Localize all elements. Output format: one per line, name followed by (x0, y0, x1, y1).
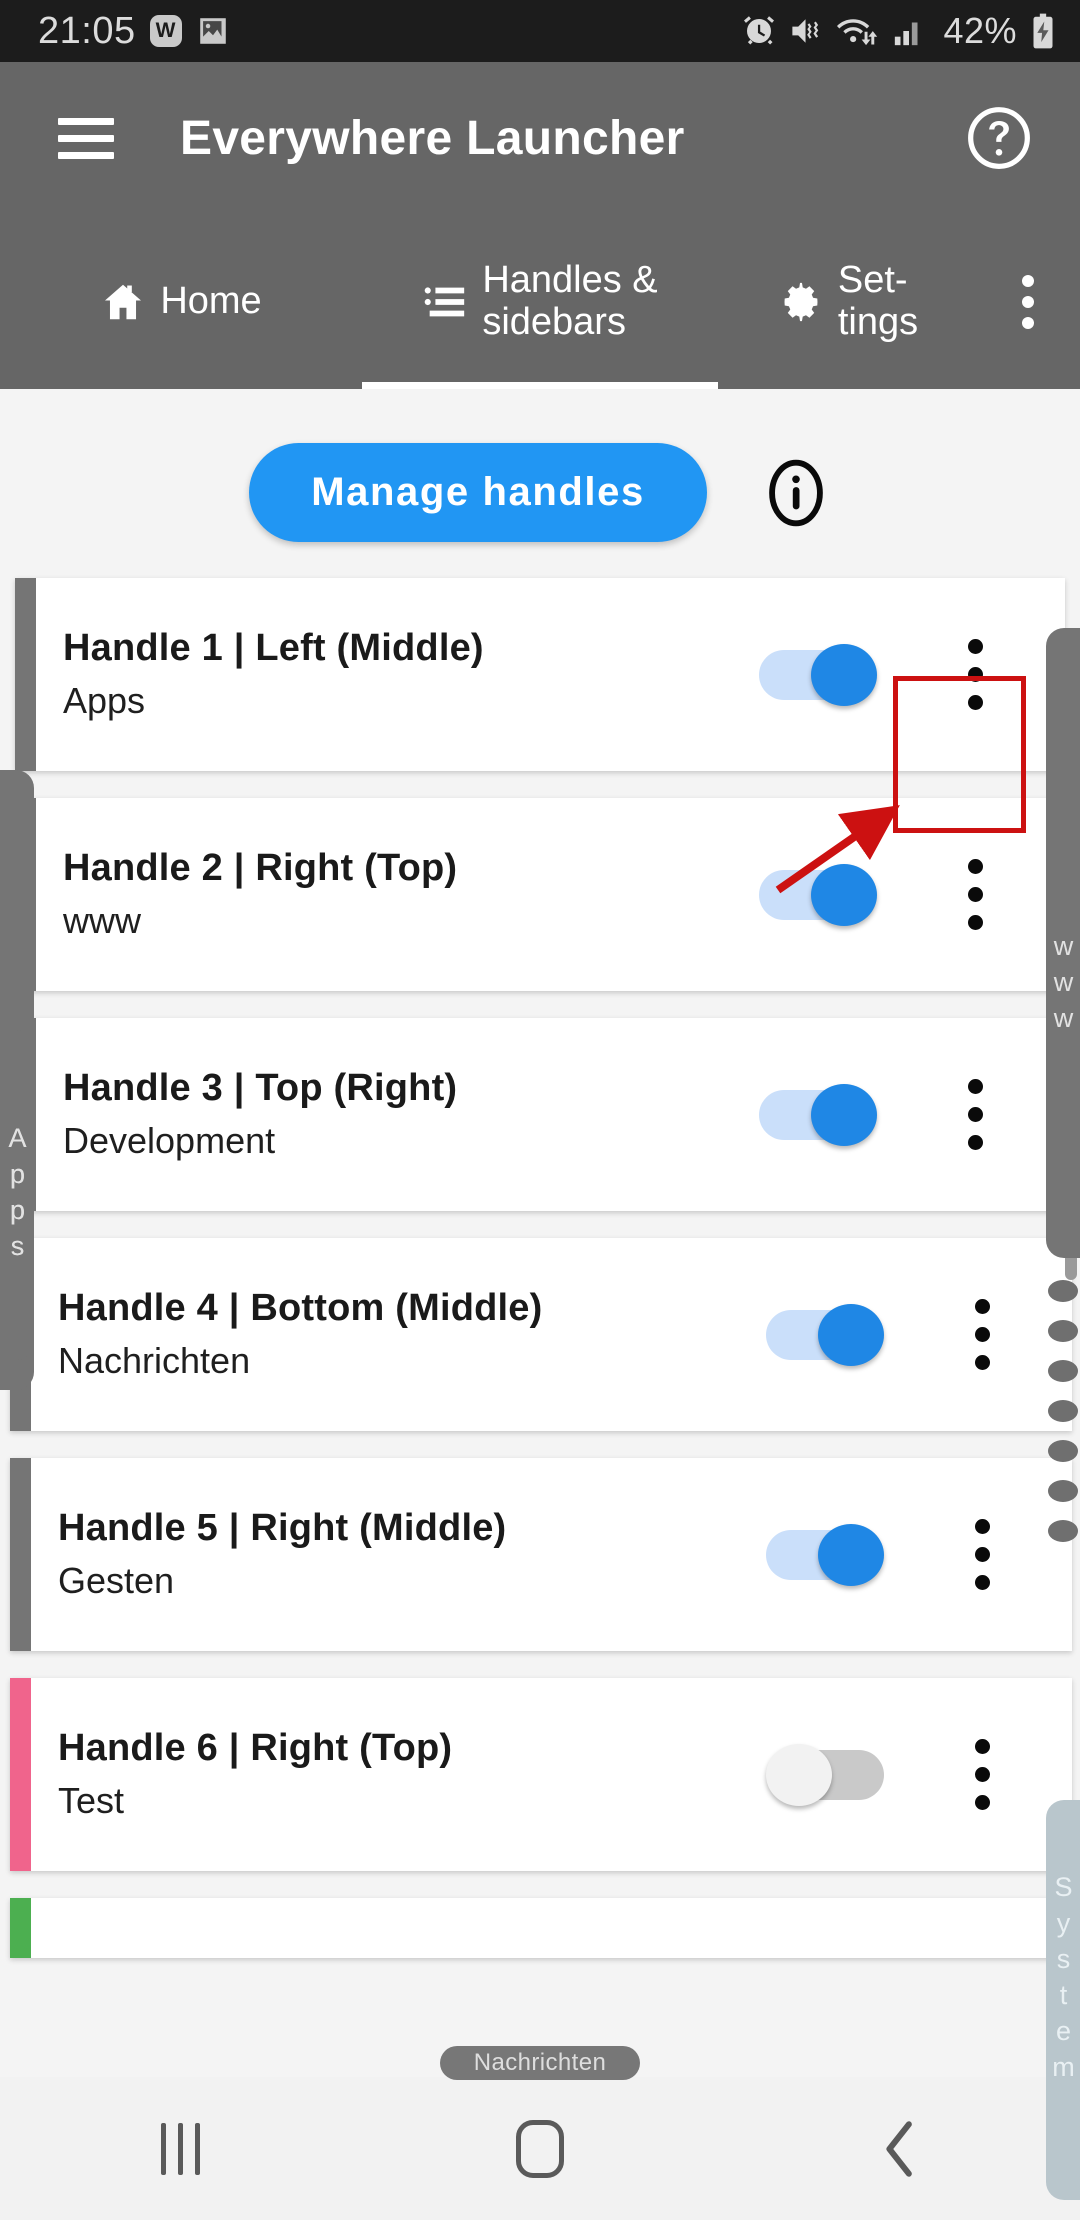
status-bar: 21:05 W 42% (0, 0, 1080, 62)
back-chevron-icon (886, 2120, 912, 2177)
alarm-icon (744, 16, 775, 45)
tab-handles-sidebars-label: Handles & sidebars (482, 259, 658, 343)
handle-subtitle: Nachrichten (58, 1340, 251, 1381)
status-bar-right: 42% (741, 10, 1058, 52)
handle-overflow-menu[interactable] (933, 859, 1017, 930)
handle-title: Handle 6 | Right (Top) (58, 1727, 453, 1769)
more-vert-icon (974, 1519, 990, 1590)
table-row[interactable]: Handle 5 | Right (Middle) Gesten (10, 1458, 1072, 1651)
recents-icon (160, 2122, 200, 2175)
nav-back-button[interactable] (810, 2099, 990, 2199)
tab-active-indicator (362, 382, 718, 389)
gear-icon (784, 282, 818, 321)
card-accent-bar (10, 1678, 31, 1871)
list-icon (425, 286, 465, 316)
nav-recents-button[interactable] (90, 2099, 270, 2199)
more-vert-icon (967, 639, 983, 710)
content-area: Manage handles Handle 1 | Left (Middle) … (0, 389, 1080, 2077)
table-row[interactable]: Handle 4 | Bottom (Middle) Nachrichten (10, 1238, 1072, 1431)
manage-handles-button[interactable]: Manage handles (249, 443, 707, 542)
toggle-thumb (818, 1523, 884, 1586)
table-row[interactable]: Handle 1 | Left (Middle) Apps (15, 578, 1065, 771)
handle-enable-toggle[interactable] (759, 643, 877, 706)
home-square-icon (516, 2119, 564, 2178)
handle-enable-toggle[interactable] (759, 1083, 877, 1146)
nav-home-button[interactable] (450, 2099, 630, 2199)
table-row[interactable] (10, 1898, 1072, 1958)
handle-overflow-menu[interactable] (933, 639, 1017, 710)
handle-title: Handle 2 | Right (Top) (63, 847, 458, 889)
handle-subtitle: Test (58, 1780, 125, 1821)
toggle-thumb (766, 1743, 832, 1806)
handle-subtitle: Gesten (58, 1560, 175, 1601)
handle-overflow-menu[interactable] (940, 1739, 1024, 1810)
tab-home-label: Home (160, 279, 262, 322)
status-bar-left: 21:05 W (38, 10, 230, 53)
tab-home[interactable]: Home (0, 214, 362, 389)
more-vert-icon (967, 1079, 983, 1150)
handle-enable-toggle[interactable] (766, 1523, 884, 1586)
handle-overflow-menu[interactable] (940, 1299, 1024, 1370)
tab-handles-sidebars[interactable]: Handles & sidebars (362, 214, 718, 389)
image-icon (199, 18, 226, 44)
tab-bar: Home Handles & sidebars Set-tings (0, 214, 1080, 389)
overlay-handle-right-bar (1046, 628, 1080, 1258)
more-vert-icon[interactable] (978, 214, 1078, 389)
handle-overflow-menu[interactable] (933, 1079, 1017, 1150)
table-row[interactable]: Handle 3 | Top (Right) Development (15, 1018, 1065, 1211)
home-icon (105, 284, 142, 319)
handle-title: Handle 4 | Bottom (Middle) (58, 1287, 543, 1329)
toggle-thumb (811, 1083, 877, 1146)
handle-title: Handle 5 | Right (Middle) (58, 1507, 507, 1549)
handle-enable-toggle[interactable] (766, 1743, 884, 1806)
table-row[interactable]: Handle 2 | Right (Top) www (15, 798, 1065, 991)
toggle-thumb (811, 863, 877, 926)
card-accent-bar (15, 578, 36, 771)
overlay-handle-system-bar (1046, 1800, 1080, 2200)
overlay-handle-left-bar (0, 770, 34, 1390)
more-vert-icon (974, 1299, 990, 1370)
card-accent-bar (10, 1898, 31, 1958)
tab-settings[interactable]: Set-tings (718, 214, 978, 389)
battery-percent-label: 42% (943, 10, 1017, 51)
handle-overflow-menu[interactable] (940, 1519, 1024, 1590)
app-bar: Everywhere Launcher (0, 62, 1080, 214)
w-app-badge-icon: W (149, 15, 182, 47)
handle-title: Handle 1 | Left (Middle) (63, 627, 484, 669)
page-title: Everywhere Launcher (180, 111, 685, 165)
handle-subtitle: Development (63, 1120, 276, 1161)
wifi-transfer-icon (837, 19, 878, 46)
more-vert-icon (967, 859, 983, 930)
info-circle-icon[interactable] (761, 458, 831, 528)
handles-list: Handle 1 | Left (Middle) Apps Handle 2 |… (0, 578, 1080, 1958)
system-nav-bar (0, 2077, 1080, 2220)
handle-subtitle: www (63, 900, 141, 941)
phone-screen: 21:05 W 42% Everywhere Launcher Home Han… (0, 0, 1080, 2220)
handle-info: Handle 5 | Right (Middle) Gesten (58, 1507, 766, 1602)
hamburger-icon[interactable] (58, 108, 114, 169)
handle-enable-toggle[interactable] (759, 863, 877, 926)
tab-settings-label: Set-tings (837, 259, 919, 343)
handle-info: Handle 1 | Left (Middle) Apps (63, 627, 759, 722)
handle-info: Handle 6 | Right (Top) Test (58, 1727, 766, 1822)
battery-charging-icon (1033, 13, 1053, 49)
handle-info: Handle 2 | Right (Top) www (63, 847, 759, 942)
toggle-thumb (811, 643, 877, 706)
table-row[interactable]: Handle 6 | Right (Top) Test (10, 1678, 1072, 1871)
more-vert-icon (974, 1739, 990, 1810)
manage-handles-row: Manage handles (0, 389, 1080, 542)
handle-subtitle: Apps (63, 680, 146, 721)
handle-info: Handle 4 | Bottom (Middle) Nachrichten (58, 1287, 766, 1382)
mute-vibrate-icon (792, 19, 819, 43)
handle-info: Handle 3 | Top (Right) Development (63, 1067, 759, 1162)
status-clock: 21:05 (38, 9, 136, 52)
handle-title: Handle 3 | Top (Right) (63, 1067, 458, 1109)
toggle-thumb (818, 1303, 884, 1366)
handle-enable-toggle[interactable] (766, 1303, 884, 1366)
signal-bars-icon (895, 22, 918, 46)
help-circle-icon[interactable] (966, 105, 1032, 171)
card-accent-bar (10, 1458, 31, 1651)
